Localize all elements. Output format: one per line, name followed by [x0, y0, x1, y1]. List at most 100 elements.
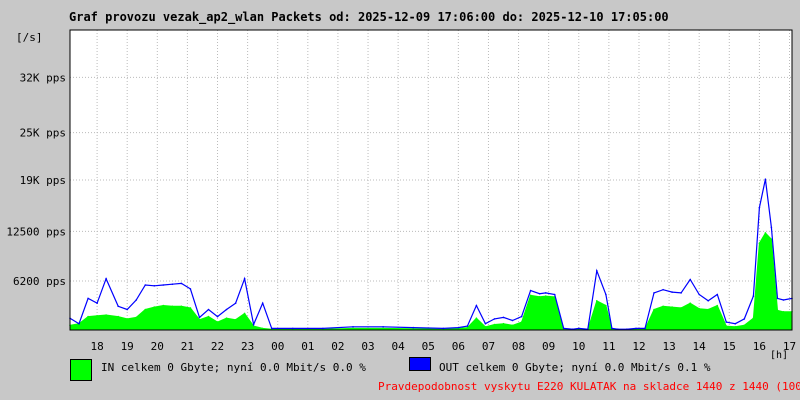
series-out-point	[105, 277, 107, 280]
x-tick-label: 22	[211, 340, 224, 353]
series-in-point	[171, 305, 174, 308]
series-out-point	[611, 327, 613, 330]
y-tick-label: 32K pps	[20, 71, 66, 84]
series-out-point	[493, 318, 496, 320]
x-tick-label: 20	[151, 340, 164, 353]
series-out-point	[180, 282, 183, 285]
series-out-point	[502, 316, 505, 319]
series-in-point	[352, 327, 354, 330]
x-tick-label: 03	[361, 340, 374, 353]
series-in-point	[680, 307, 682, 309]
series-out-point	[725, 321, 728, 323]
series-in-point	[776, 309, 779, 312]
series-out-point	[87, 297, 89, 300]
series-in-point	[261, 327, 264, 330]
series-out-point	[734, 322, 737, 325]
series-out-point	[171, 283, 174, 286]
series-in-point	[544, 295, 547, 297]
x-tick-label: 10	[572, 340, 585, 353]
series-in-point	[596, 300, 598, 302]
series-out-point	[207, 308, 210, 311]
series-out-point	[216, 315, 219, 318]
series-in-point	[689, 302, 691, 305]
series-out-point	[662, 288, 664, 291]
x-tick-label: 16	[753, 340, 766, 353]
series-in-point	[135, 316, 137, 319]
x-tick-label: 21	[181, 340, 194, 353]
x-tick-label: 05	[422, 340, 435, 353]
series-in-point	[758, 242, 761, 244]
series-in-point	[162, 304, 165, 307]
x-tick-label: 13	[662, 340, 675, 353]
x-tick-label: 18	[90, 340, 103, 353]
x-tick-label: 07	[482, 340, 495, 353]
series-out-point	[126, 308, 128, 311]
series-out-point	[382, 326, 384, 328]
series-out-point	[707, 300, 709, 302]
series-out-point	[743, 318, 746, 320]
x-tick-label: 14	[693, 340, 707, 353]
x-tick-label: 00	[271, 340, 284, 353]
series-in-point	[216, 321, 219, 323]
series-out-point	[442, 327, 445, 330]
series-out-point	[680, 292, 682, 294]
x-tick-label: 08	[512, 340, 525, 353]
series-in-point	[707, 308, 709, 311]
series-in-point	[511, 324, 514, 327]
series-out-point	[770, 226, 773, 229]
series-in-point	[764, 232, 767, 234]
x-tick-label: 19	[121, 340, 134, 353]
series-in-point	[698, 307, 700, 310]
series-out-point	[292, 327, 294, 330]
series-out-point	[412, 326, 415, 329]
series-out-point	[698, 293, 700, 296]
series-out-point	[635, 327, 637, 330]
series-out-point	[352, 326, 354, 328]
series-out-point	[578, 327, 580, 330]
series-out-point	[764, 178, 767, 180]
series-in-point	[225, 317, 228, 320]
series-in-point	[734, 326, 737, 328]
footer-note: Pravdepodobnost vyskytu E220 KULATAK na …	[378, 380, 800, 393]
series-out-point	[144, 284, 147, 286]
series-in-point	[782, 311, 785, 313]
series-out-point	[644, 327, 646, 330]
series-in-point	[529, 294, 532, 297]
series-in-point	[144, 308, 147, 311]
series-out-point	[457, 326, 460, 329]
series-in-point	[475, 317, 478, 320]
x-tick-label: 04	[392, 340, 406, 353]
series-out-point	[78, 322, 80, 325]
series-in-point	[105, 314, 107, 316]
series-in-point	[538, 296, 541, 298]
series-out-point	[538, 292, 541, 295]
series-out-point	[752, 295, 755, 297]
series-in-point	[234, 318, 237, 321]
series-out-point	[553, 293, 556, 296]
series-in-point	[743, 324, 746, 327]
series-out-point	[225, 308, 228, 311]
series-in-point	[96, 315, 98, 317]
series-out-point	[689, 278, 691, 281]
series-in-point	[382, 327, 384, 330]
y-tick-label: 25K pps	[20, 127, 66, 140]
y-tick-label: 19K pps	[20, 174, 66, 187]
series-out-point	[758, 206, 761, 209]
series-out-point	[96, 302, 98, 305]
x-tick-label: 01	[301, 340, 314, 353]
y-tick-label: 12500 pps	[6, 225, 66, 238]
series-in-point	[117, 315, 119, 318]
series-out-point	[671, 291, 673, 293]
series-out-point	[466, 325, 469, 327]
series-in-point	[520, 321, 523, 323]
y-tick-label: 6200 pps	[13, 275, 66, 288]
series-out-point	[270, 327, 273, 330]
traffic-graph: Graf provozu vezak_ap2_wlan Packets od: …	[0, 0, 800, 400]
series-in-point	[87, 315, 89, 318]
series-out-point	[234, 302, 237, 305]
series-in-point	[493, 323, 496, 326]
x-tick-label: 02	[331, 340, 344, 353]
series-in-point	[207, 315, 210, 318]
series-out-point	[596, 270, 598, 272]
series-out-point	[520, 315, 523, 318]
